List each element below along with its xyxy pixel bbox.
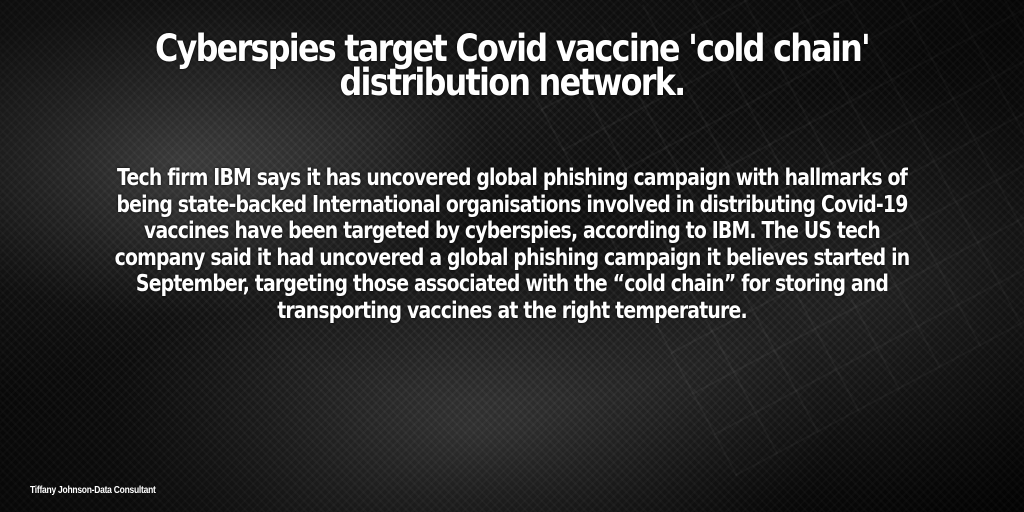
news-graphic-card: Cyberspies target Covid vaccine 'cold ch…	[0, 0, 1024, 512]
author-credit: Tiffany Johnson-Data Consultant	[30, 485, 156, 496]
headline: Cyberspies target Covid vaccine 'cold ch…	[154, 27, 871, 104]
article-body: Tech firm IBM says it has uncovered glob…	[114, 165, 911, 324]
